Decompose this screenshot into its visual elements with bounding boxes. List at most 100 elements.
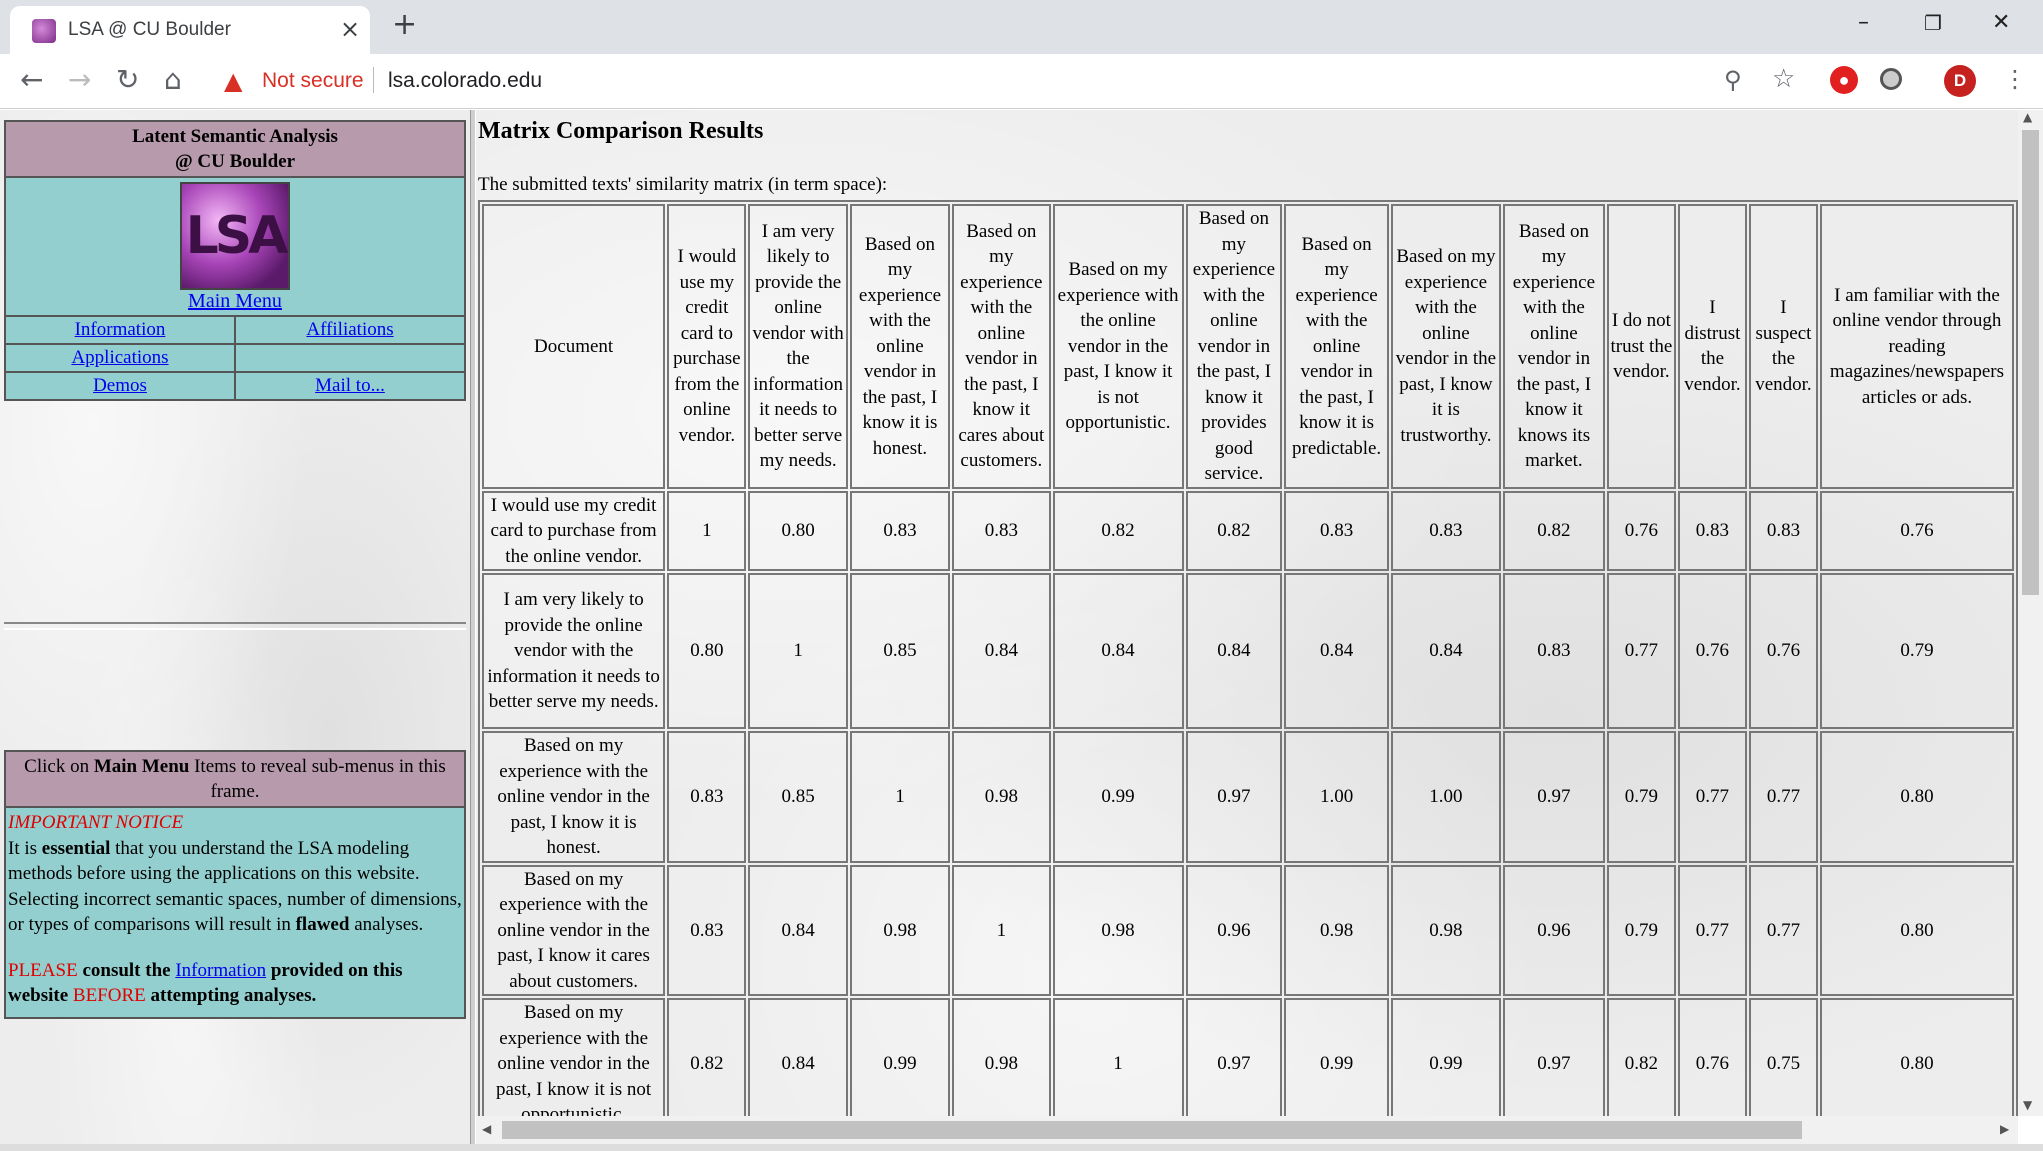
scroll-down-icon[interactable]: ▼ bbox=[2023, 1098, 2032, 1112]
url-separator bbox=[373, 67, 374, 93]
table-cell: 0.83 bbox=[1677, 490, 1747, 571]
table-cell: 0.98 bbox=[1390, 864, 1501, 996]
applications-link[interactable]: Applications bbox=[71, 347, 168, 368]
table-cell: 0.80 bbox=[1819, 998, 2014, 1116]
menu-icon[interactable]: ⋮ bbox=[2003, 65, 2027, 93]
main-menu-link[interactable]: Main Menu bbox=[188, 290, 282, 312]
column-header: Based on my experience with the online v… bbox=[1502, 204, 1605, 489]
table-cell: 0.98 bbox=[952, 731, 1051, 863]
menu-cell: Mail to... bbox=[234, 371, 466, 401]
close-window-button[interactable]: ✕ bbox=[1992, 8, 2010, 38]
table-cell: 0.77 bbox=[1677, 864, 1747, 996]
table-cell: 0.76 bbox=[1819, 490, 2014, 571]
page-title: Matrix Comparison Results bbox=[478, 118, 764, 144]
notice-information-link[interactable]: Information bbox=[175, 960, 266, 981]
avatar[interactable]: D bbox=[1944, 65, 1976, 97]
table-cell: 0.77 bbox=[1748, 864, 1818, 996]
table-cell: 0.85 bbox=[849, 573, 951, 729]
menu-cell: Applications bbox=[4, 343, 236, 373]
site-header-line2: @ CU Boulder bbox=[174, 151, 296, 172]
horizontal-scroll-thumb[interactable] bbox=[502, 1121, 1802, 1139]
table-cell: 0.79 bbox=[1606, 864, 1676, 996]
new-tab-button[interactable]: + bbox=[392, 10, 417, 40]
important-notice: IMPORTANT NOTICE It is essential that yo… bbox=[4, 806, 466, 1019]
restore-button[interactable]: ❐ bbox=[1924, 8, 1942, 38]
scroll-left-icon[interactable]: ◀ bbox=[482, 1122, 491, 1136]
table-cell: 0.84 bbox=[1185, 573, 1283, 729]
reload-icon[interactable]: ↻ bbox=[116, 64, 139, 96]
notice-bold: flawed bbox=[295, 914, 350, 935]
table-cell: 0.80 bbox=[1819, 864, 2014, 996]
column-header: I distrust the vendor. bbox=[1677, 204, 1747, 489]
site-header-line1: Latent Semantic Analysis bbox=[132, 126, 338, 147]
table-cell: 1 bbox=[1052, 998, 1184, 1116]
table-cell: 1 bbox=[667, 490, 747, 571]
home-icon[interactable]: ⌂ bbox=[164, 64, 182, 96]
tab-title: LSA @ CU Boulder bbox=[68, 19, 231, 40]
hint-text: Items to reveal sub-menus in this frame. bbox=[189, 756, 446, 802]
row-label: I am very likely to provide the online v… bbox=[482, 573, 666, 729]
important-notice-title: IMPORTANT NOTICE bbox=[8, 812, 184, 833]
table-row: I am very likely to provide the online v… bbox=[482, 573, 2014, 729]
notice-box: Click on Main Menu Items to reveal sub-m… bbox=[4, 750, 466, 1019]
affiliations-link[interactable]: Affiliations bbox=[306, 319, 393, 340]
browser-toolbar: ← → ↻ ⌂ ▲ Not secure lsa.colorado.edu ⚲ … bbox=[0, 54, 2043, 109]
table-cell: 0.84 bbox=[1052, 573, 1184, 729]
table-cell: 0.76 bbox=[1677, 998, 1747, 1116]
forward-icon[interactable]: → bbox=[68, 64, 91, 96]
table-row: Based on my experience with the online v… bbox=[482, 998, 2014, 1116]
column-header: Based on my experience with the online v… bbox=[849, 204, 951, 489]
table-cell: 1.00 bbox=[1390, 731, 1501, 863]
notice-please: PLEASE bbox=[8, 959, 78, 981]
table-cell: 0.76 bbox=[1606, 490, 1676, 571]
lsa-logo[interactable]: LSA bbox=[180, 182, 290, 290]
table-cell: 0.83 bbox=[1390, 490, 1501, 571]
browser-tab[interactable]: LSA @ CU Boulder × bbox=[10, 6, 370, 54]
address-bar[interactable]: lsa.colorado.edu bbox=[388, 69, 542, 93]
minimize-button[interactable]: – bbox=[1858, 8, 1869, 38]
column-header: I am very likely to provide the online v… bbox=[748, 204, 848, 489]
table-cell: 0.83 bbox=[952, 490, 1051, 571]
table-cell: 0.82 bbox=[1185, 490, 1283, 571]
table-cell: 0.80 bbox=[748, 490, 848, 571]
table-cell: 0.82 bbox=[1502, 490, 1605, 571]
zoom-icon[interactable]: ⚲ bbox=[1724, 66, 1742, 94]
mail-to-link[interactable]: Mail to... bbox=[315, 375, 385, 396]
table-cell: 0.98 bbox=[1052, 864, 1184, 996]
table-cell: 1 bbox=[748, 573, 848, 729]
lsa-favicon-icon bbox=[32, 19, 56, 43]
table-cell: 0.82 bbox=[667, 998, 747, 1116]
table-cell: 0.80 bbox=[1819, 731, 2014, 863]
table-cell: 0.77 bbox=[1748, 731, 1818, 863]
matrix-header-row: Document I would use my credit card to p… bbox=[482, 204, 2014, 489]
vertical-scroll-thumb[interactable] bbox=[2022, 130, 2039, 595]
scroll-up-icon[interactable]: ▲ bbox=[2023, 110, 2032, 124]
extension-icon[interactable]: ● bbox=[1830, 66, 1858, 94]
table-cell: 1.00 bbox=[1284, 731, 1389, 863]
table-row: Based on my experience with the online v… bbox=[482, 864, 2014, 996]
back-icon[interactable]: ← bbox=[20, 64, 43, 96]
column-header-document: Document bbox=[482, 204, 666, 489]
warning-icon[interactable]: ▲ bbox=[224, 67, 242, 95]
table-cell: 0.83 bbox=[849, 490, 951, 571]
table-cell: 0.84 bbox=[748, 864, 848, 996]
table-cell: 0.82 bbox=[1052, 490, 1184, 571]
table-cell: 0.98 bbox=[952, 998, 1051, 1116]
table-cell: 0.83 bbox=[667, 864, 747, 996]
not-secure-label[interactable]: Not secure bbox=[262, 69, 364, 93]
site-header: Latent Semantic Analysis @ CU Boulder bbox=[4, 120, 466, 178]
information-link[interactable]: Information bbox=[75, 319, 166, 340]
notice-text: analyses. bbox=[349, 914, 424, 935]
table-cell: 0.96 bbox=[1502, 864, 1605, 996]
scroll-right-icon[interactable]: ▶ bbox=[2000, 1122, 2009, 1136]
close-tab-icon[interactable]: × bbox=[340, 16, 360, 42]
matrix-caption: The submitted texts' similarity matrix (… bbox=[478, 174, 888, 195]
demos-link[interactable]: Demos bbox=[93, 375, 147, 396]
star-icon[interactable]: ☆ bbox=[1772, 64, 1795, 94]
tab-strip: LSA @ CU Boulder × + – ❐ ✕ bbox=[0, 0, 2043, 54]
column-header: Based on my experience with the online v… bbox=[1185, 204, 1283, 489]
left-frame: Latent Semantic Analysis @ CU Boulder LS… bbox=[0, 110, 470, 1151]
extension-icon[interactable] bbox=[1880, 68, 1902, 90]
table-cell: 0.98 bbox=[849, 864, 951, 996]
column-header: Based on my experience with the online v… bbox=[1284, 204, 1389, 489]
